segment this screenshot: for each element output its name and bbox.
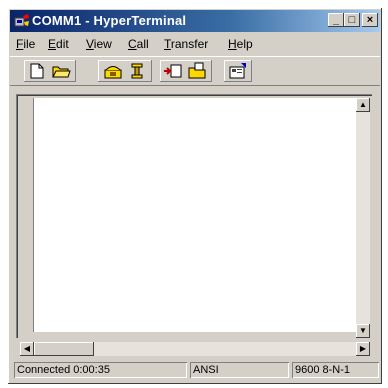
vertical-scrollbar[interactable]: ▲ ▼	[356, 98, 370, 338]
connect-icon[interactable]	[102, 61, 124, 81]
menu-transfer-label: ransfer	[170, 37, 209, 51]
menu-file-label: ile	[23, 37, 36, 51]
close-button[interactable]: ×	[362, 13, 378, 27]
hyperterminal-window: COMM1 - HyperTerminal _ □ × File Edit Vi…	[8, 8, 382, 384]
window-title: COMM1 - HyperTerminal	[32, 13, 187, 28]
disconnect-icon[interactable]	[126, 61, 148, 81]
terminal-left-margin	[20, 98, 34, 332]
menu-transfer-mnemonic: T	[164, 37, 171, 51]
new-connection-icon[interactable]	[26, 61, 48, 81]
terminal-screen[interactable]	[34, 98, 356, 332]
minimize-button[interactable]: _	[328, 13, 344, 27]
title-bar[interactable]: COMM1 - HyperTerminal _ □ ×	[10, 10, 380, 32]
menu-edit-mnemonic: E	[48, 37, 57, 51]
status-port-settings: 9600 8-N-1	[292, 362, 379, 378]
horizontal-scrollbar[interactable]: ◀ ▶	[20, 342, 370, 356]
toolbar	[10, 56, 380, 86]
send-icon[interactable]	[162, 61, 184, 81]
menu-transfer[interactable]: Transfer	[164, 37, 208, 51]
scroll-left-arrow-icon[interactable]: ◀	[20, 342, 34, 356]
menu-help[interactable]: Help	[228, 37, 253, 51]
scroll-right-arrow-icon[interactable]: ▶	[356, 342, 370, 356]
status-emulation: ANSI	[190, 362, 289, 378]
menu-view[interactable]: View	[86, 37, 112, 51]
menu-call-label: all	[136, 37, 149, 51]
horizontal-scroll-thumb[interactable]	[34, 342, 94, 356]
receive-icon[interactable]	[186, 61, 208, 81]
menu-help-label: elp	[236, 37, 253, 51]
status-bar: Connected 0:00:35 ANSI 9600 8-N-1	[10, 360, 380, 380]
menu-call-mnemonic: C	[128, 37, 137, 51]
properties-icon[interactable]	[227, 61, 249, 81]
menu-view-mnemonic: V	[86, 37, 94, 51]
menu-edit[interactable]: Edit	[48, 37, 69, 51]
menu-call[interactable]: Call	[128, 37, 149, 51]
menu-file[interactable]: File	[16, 37, 35, 51]
status-connection: Connected 0:00:35	[14, 362, 187, 378]
menu-help-mnemonic: H	[228, 37, 237, 51]
menu-view-label: iew	[93, 37, 112, 51]
scroll-up-arrow-icon[interactable]: ▲	[356, 98, 370, 112]
menu-edit-label: dit	[56, 37, 69, 51]
menu-bar: File Edit View Call Transfer Help	[10, 34, 380, 54]
open-icon[interactable]	[50, 61, 72, 81]
hyperterminal-icon	[14, 14, 29, 27]
scroll-down-arrow-icon[interactable]: ▼	[356, 324, 370, 338]
maximize-button[interactable]: □	[344, 13, 360, 27]
